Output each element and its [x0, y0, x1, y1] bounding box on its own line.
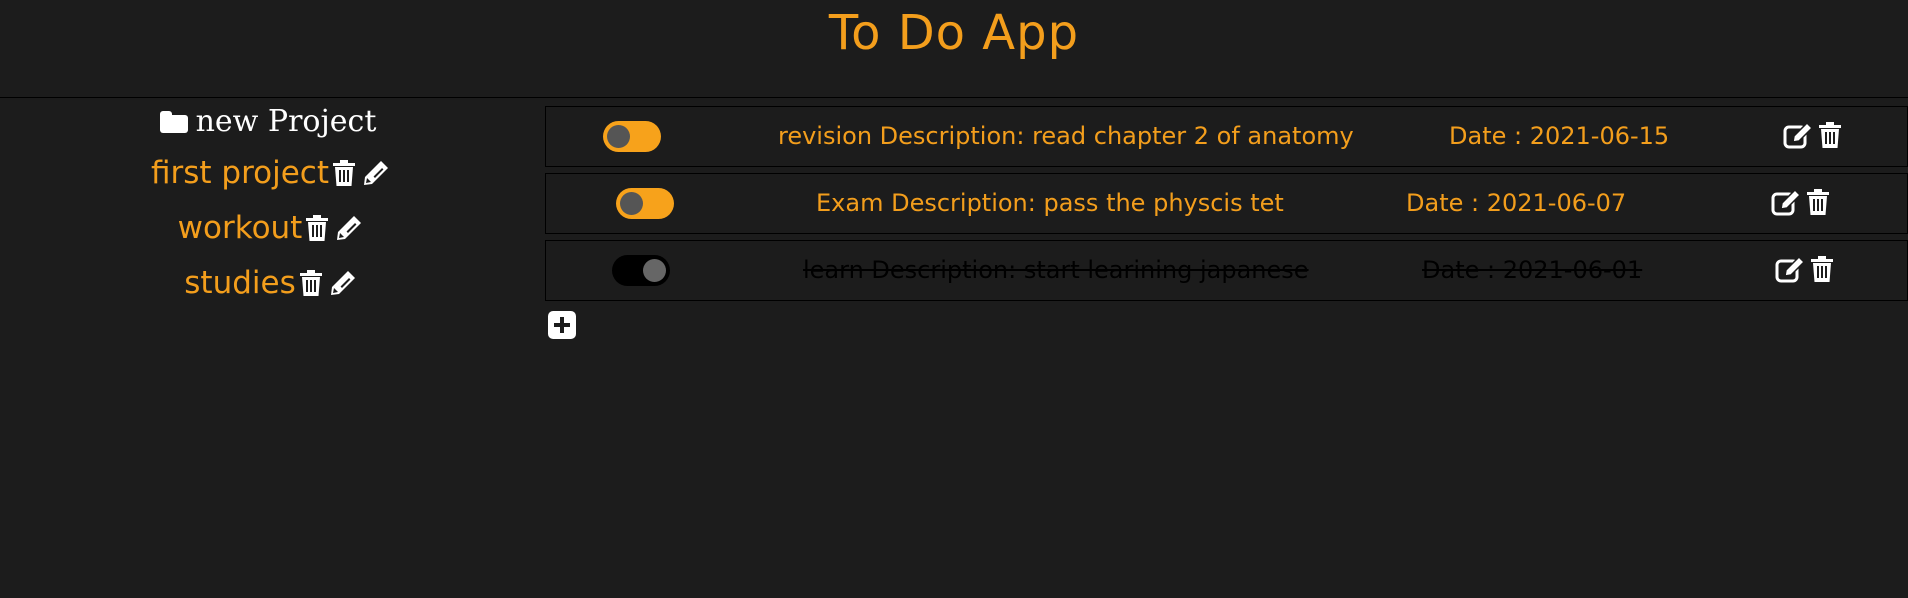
edit-icon[interactable]	[1775, 256, 1805, 283]
new-project-button[interactable]: new Project	[0, 104, 536, 140]
task-actions	[1771, 189, 1829, 216]
trash-icon[interactable]	[333, 160, 356, 186]
project-item: first project	[0, 151, 540, 195]
task-description: learn Description: start learining japan…	[803, 256, 1309, 284]
task-toggle[interactable]	[603, 121, 661, 152]
trash-icon[interactable]	[1819, 122, 1841, 149]
project-name[interactable]: workout	[178, 208, 303, 248]
project-item: workout	[0, 206, 540, 250]
task-row: revision Description: read chapter 2 of …	[545, 106, 1908, 167]
pencil-icon[interactable]	[330, 270, 356, 296]
folder-icon	[159, 111, 188, 133]
task-actions	[1783, 122, 1841, 149]
project-item: studies	[0, 261, 540, 305]
project-name[interactable]: studies	[184, 263, 295, 303]
edit-icon[interactable]	[1771, 189, 1801, 216]
trash-icon[interactable]	[306, 215, 329, 241]
trash-icon[interactable]	[1807, 189, 1829, 216]
trash-icon[interactable]	[1811, 256, 1833, 283]
task-description: Exam Description: pass the physcis tet	[816, 189, 1284, 217]
task-actions	[1775, 256, 1833, 283]
add-task-button[interactable]	[548, 311, 576, 339]
task-row: learn Description: start learining japan…	[545, 240, 1908, 301]
app-title: To Do App	[828, 5, 1080, 61]
task-description: revision Description: read chapter 2 of …	[778, 122, 1354, 150]
task-toggle[interactable]	[616, 188, 674, 219]
task-date: Date : 2021-06-07	[1406, 189, 1627, 217]
sidebar: new Project first project workout studie…	[0, 99, 540, 598]
pencil-icon[interactable]	[336, 215, 362, 241]
project-name[interactable]: first project	[151, 153, 329, 193]
app-header: To Do App	[0, 0, 1908, 98]
task-toggle[interactable]	[612, 255, 670, 286]
trash-icon[interactable]	[299, 270, 322, 296]
task-row: Exam Description: pass the physcis tet D…	[545, 173, 1908, 234]
edit-icon[interactable]	[1783, 122, 1813, 149]
pencil-icon[interactable]	[363, 160, 389, 186]
new-project-label: new Project	[195, 104, 377, 139]
task-date: Date : 2021-06-15	[1449, 122, 1670, 150]
task-date: Date : 2021-06-01	[1422, 256, 1643, 284]
